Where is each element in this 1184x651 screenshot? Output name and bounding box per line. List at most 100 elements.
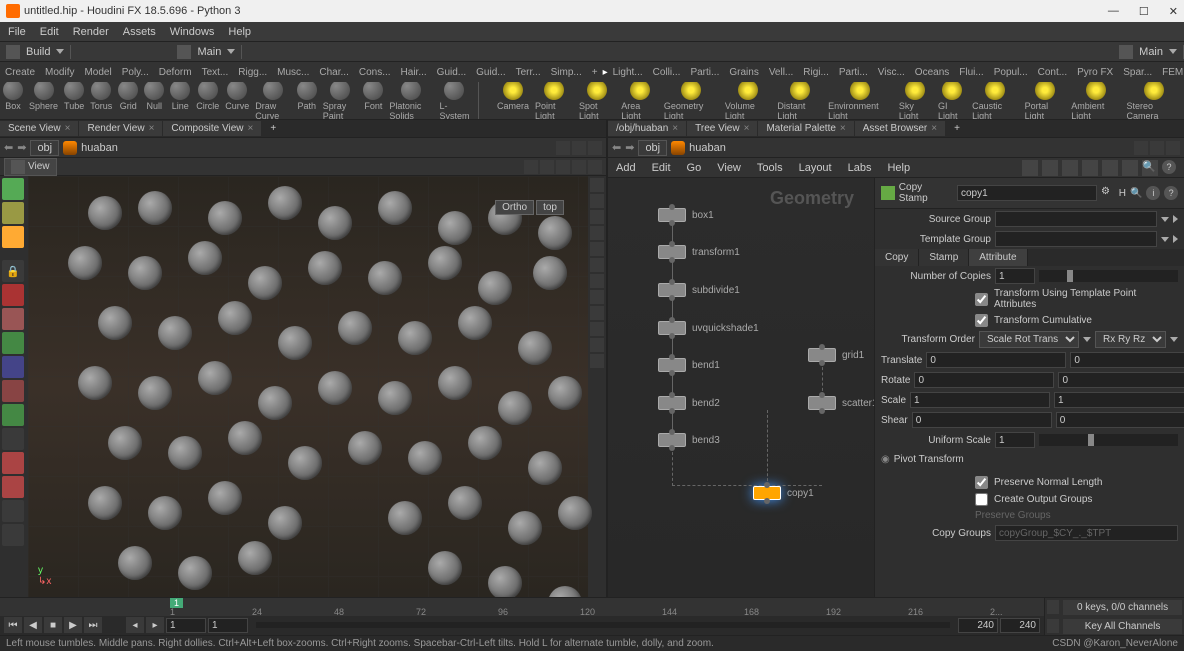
ncopies-slider[interactable] [1039,270,1178,282]
net-menu-layout[interactable]: Layout [799,162,832,174]
h-icon[interactable]: H [1119,188,1126,199]
list-icon[interactable] [1042,160,1058,176]
network-view[interactable]: Geometry box1transform1subdivide1uvquick… [608,178,874,597]
subtab[interactable]: Cons... [354,67,396,78]
menu-help[interactable]: Help [228,26,251,38]
close-button[interactable]: ✕ [1169,5,1178,18]
info-icon[interactable]: i [1146,186,1160,200]
shelf-ambient-light[interactable]: Ambient Light [1068,82,1123,120]
key-all-button[interactable]: Key All Channels [1063,619,1182,634]
display-btn[interactable] [590,258,604,272]
wrench-icon[interactable] [1022,160,1038,176]
subtab[interactable]: Guid... [471,67,510,78]
shelf-sphere[interactable]: Sphere [26,82,61,120]
display-btn[interactable] [590,322,604,336]
display-btn[interactable] [590,306,604,320]
net-menu-edit[interactable]: Edit [652,162,671,174]
display-btn[interactable] [590,210,604,224]
tool-btn[interactable] [2,428,24,450]
move-tool[interactable] [2,202,24,224]
subtab[interactable]: Create [0,67,40,78]
shelf-point-light[interactable]: Point Light [532,82,576,120]
subtab[interactable]: + [587,67,603,78]
subtab[interactable]: Parti... [834,67,873,78]
copygroups-input[interactable] [995,525,1178,541]
jump-icon[interactable] [1173,215,1178,223]
menu-edit[interactable]: Edit [40,26,59,38]
shelf-curve[interactable]: Curve [222,82,252,120]
shelf-geometry-light[interactable]: Geometry Light [661,82,722,120]
dropdown-icon[interactable] [1161,237,1169,242]
max-icon[interactable] [588,141,602,155]
end2-frame-input[interactable] [1000,618,1040,633]
tab-network[interactable]: /obj/huaban× [608,121,686,136]
select-tool-icon[interactable] [524,160,538,174]
node-bend2[interactable]: bend2 [658,396,720,410]
shx-input[interactable] [912,412,1052,428]
shelf-sky-light[interactable]: Sky Light [896,82,935,120]
subtab[interactable]: Colli... [648,67,686,78]
subtab[interactable]: FEM [1157,67,1184,78]
ty-input[interactable] [1070,352,1184,368]
rord-select[interactable]: Rx Ry Rz [1095,331,1166,348]
xord-select[interactable]: Scale Rot Trans [979,331,1079,348]
subtab[interactable]: Model [79,67,116,78]
minimize-button[interactable]: — [1108,5,1119,18]
shelf-spray-paint[interactable]: Spray Paint [320,82,361,120]
menu-assets[interactable]: Assets [123,26,156,38]
ncopies-input[interactable] [995,268,1035,284]
tab-render-view[interactable]: Render View× [79,121,162,136]
path-node[interactable]: huaban [689,142,726,154]
shelf-platonic-solids[interactable]: Platonic Solids [386,82,436,120]
subtab[interactable]: Deform [154,67,197,78]
subtab[interactable]: Grains [724,67,763,78]
tab-material[interactable]: Material Palette× [758,121,853,136]
subtab[interactable]: Oceans [910,67,954,78]
tool-btn[interactable] [2,476,24,498]
node-uvquickshade1[interactable]: uvquickshade1 [658,321,759,335]
param-tab-copy[interactable]: Copy [875,249,919,266]
prev-key-button[interactable]: ◂ [126,617,144,633]
check-create-groups[interactable] [975,493,988,506]
current-frame-input[interactable] [208,618,248,633]
menu-windows[interactable]: Windows [170,26,215,38]
autokey-icon[interactable] [1047,600,1059,614]
subtab[interactable]: Rigi... [798,67,834,78]
jump-icon[interactable] [1173,235,1178,243]
tool-btn[interactable] [2,332,24,354]
shelf-environment-light[interactable]: Environment Light [825,82,896,120]
handle-tool-icon[interactable] [540,160,554,174]
display-btn[interactable] [590,194,604,208]
path-node[interactable]: huaban [81,142,118,154]
subtab[interactable]: Vell... [764,67,798,78]
shelf-null[interactable]: Null [141,82,167,120]
tab-composite-view[interactable]: Composite View× [163,121,261,136]
desktop-icon[interactable] [6,45,20,59]
scope-icon[interactable] [1047,619,1059,633]
dropdown-icon[interactable] [1161,217,1169,222]
shelf-area-light[interactable]: Area Light [618,82,661,120]
stop-button[interactable]: ■ [44,617,62,633]
subtab[interactable]: Hair... [396,67,432,78]
subtab[interactable]: Terr... [511,67,546,78]
grid-icon[interactable] [1062,160,1078,176]
net-menu-help[interactable]: Help [887,162,910,174]
shelf-portal-light[interactable]: Portal Light [1022,82,1069,120]
shelf-volume-light[interactable]: Volume Light [722,82,775,120]
subtab[interactable]: Popul... [989,67,1033,78]
top-badge[interactable]: top [536,200,564,215]
menu-file[interactable]: File [8,26,26,38]
display-btn[interactable] [590,354,604,368]
subtab[interactable]: Flui... [954,67,988,78]
shelf-box[interactable]: Box [0,82,26,120]
tool-btn[interactable] [2,284,24,306]
shelf-icon2[interactable] [1119,45,1133,59]
subtab[interactable]: Cont... [1033,67,1072,78]
tab-add[interactable]: + [262,121,284,136]
path-obj[interactable]: obj [638,140,667,156]
rotate-tool[interactable] [2,226,24,248]
node-transform1[interactable]: transform1 [658,245,740,259]
play-back-button[interactable]: ◀ [24,617,42,633]
pivot-label[interactable]: Pivot Transform [894,454,1004,465]
node-bend3[interactable]: bend3 [658,433,720,447]
